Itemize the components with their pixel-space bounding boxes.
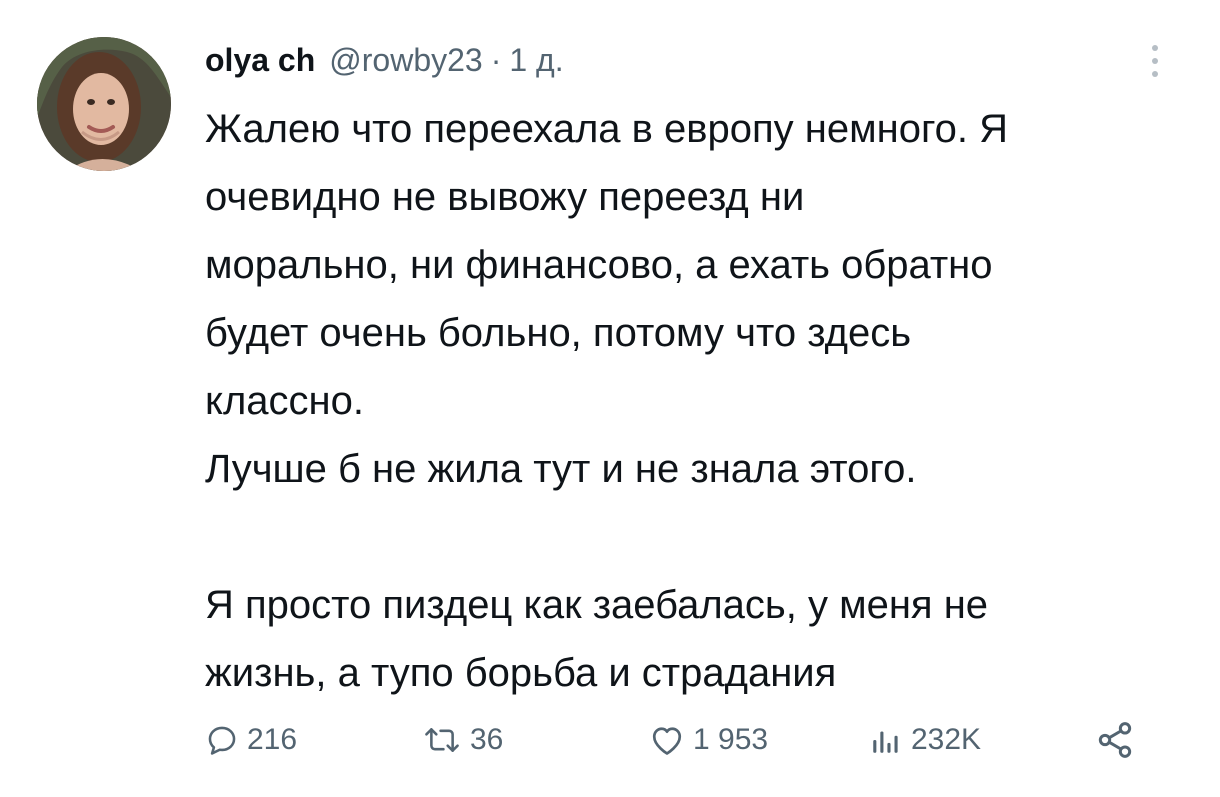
timestamp[interactable]: 1 д.: [509, 42, 563, 79]
reply-icon: [208, 726, 236, 755]
tweet-paragraph: Я просто пиздец как заебалась, у меня не…: [205, 583, 989, 695]
more-icon-dot: [1152, 45, 1158, 51]
retweet-icon: [425, 728, 459, 752]
avatar[interactable]: [37, 37, 171, 171]
more-options-button[interactable]: [1143, 38, 1167, 84]
views-count: 232K: [911, 723, 982, 756]
heart-icon: [652, 727, 682, 755]
more-icon-dot: [1152, 58, 1158, 64]
share-button[interactable]: [1095, 712, 1135, 768]
like-button[interactable]: 1 953: [649, 712, 768, 768]
more-icon-dot: [1152, 71, 1158, 77]
retweet-count: 36: [470, 723, 504, 756]
user-handle[interactable]: @rowby23: [329, 42, 482, 79]
separator-dot: ·: [490, 41, 502, 78]
tweet: olya ch @rowby23 · 1 д. Жалею что переех…: [0, 0, 1220, 797]
views-button[interactable]: 232K: [869, 712, 981, 768]
share-icon: [1098, 722, 1132, 758]
views-icon: [873, 731, 898, 753]
display-name[interactable]: olya ch: [205, 42, 315, 79]
tweet-header: olya ch @rowby23 · 1 д.: [205, 35, 564, 85]
retweet-button[interactable]: 36: [422, 712, 503, 768]
reply-button[interactable]: 216: [205, 712, 297, 768]
avatar-image: [37, 37, 171, 171]
like-count: 1 953: [693, 723, 769, 756]
tweet-text: Жалею что переехала в европу немного. Я …: [205, 95, 1190, 707]
tweet-paragraph: Жалею что переехала в европу немного. Я …: [205, 107, 1009, 491]
action-bar: 216 36 1 953 232K: [205, 712, 1165, 768]
reply-count: 216: [247, 723, 298, 756]
